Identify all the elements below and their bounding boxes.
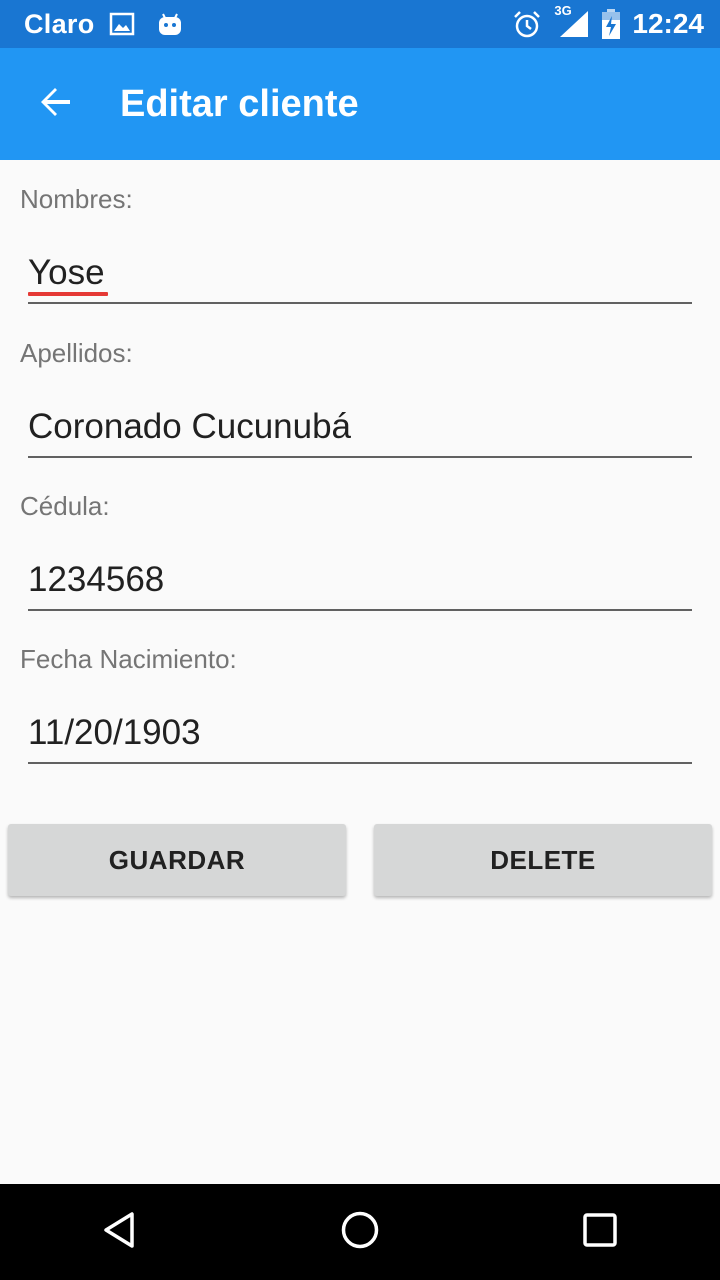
- apellidos-field[interactable]: [28, 398, 692, 458]
- apellidos-label: Apellidos:: [20, 338, 133, 368]
- image-icon: [109, 12, 135, 36]
- alarm-icon: [512, 9, 542, 39]
- page-title: Editar cliente: [120, 82, 359, 125]
- nav-recents-button[interactable]: [540, 1184, 660, 1280]
- navigation-bar: [0, 1184, 720, 1280]
- home-circle-icon: [340, 1210, 380, 1255]
- battery-charging-icon: [600, 8, 622, 40]
- cedula-field[interactable]: [28, 551, 692, 611]
- recents-square-icon: [580, 1210, 620, 1255]
- network-type: 3G: [554, 3, 572, 18]
- nombres-field[interactable]: [28, 244, 692, 304]
- nav-home-button[interactable]: [300, 1184, 420, 1280]
- status-bar: Claro 3G 12:24: [0, 0, 720, 48]
- fecha-nacimiento-label: Fecha Nacimiento:: [20, 644, 237, 674]
- back-button[interactable]: [0, 48, 112, 160]
- spellcheck-underline: [28, 292, 108, 296]
- nav-back-button[interactable]: [60, 1184, 180, 1280]
- back-triangle-icon: [100, 1210, 140, 1255]
- fecha-nacimiento-field[interactable]: [28, 704, 692, 764]
- save-button[interactable]: GUARDAR: [8, 824, 346, 896]
- cedula-label: Cédula:: [20, 491, 110, 521]
- delete-button[interactable]: DELETE: [374, 824, 712, 896]
- carrier-name: Claro: [24, 8, 95, 39]
- arrow-back-icon: [38, 84, 74, 125]
- clock: 12:24: [632, 8, 704, 39]
- android-icon: [157, 11, 183, 37]
- signal-icon: 3G: [554, 3, 590, 39]
- app-bar: Editar cliente: [0, 48, 720, 160]
- nombres-label: Nombres:: [20, 184, 133, 214]
